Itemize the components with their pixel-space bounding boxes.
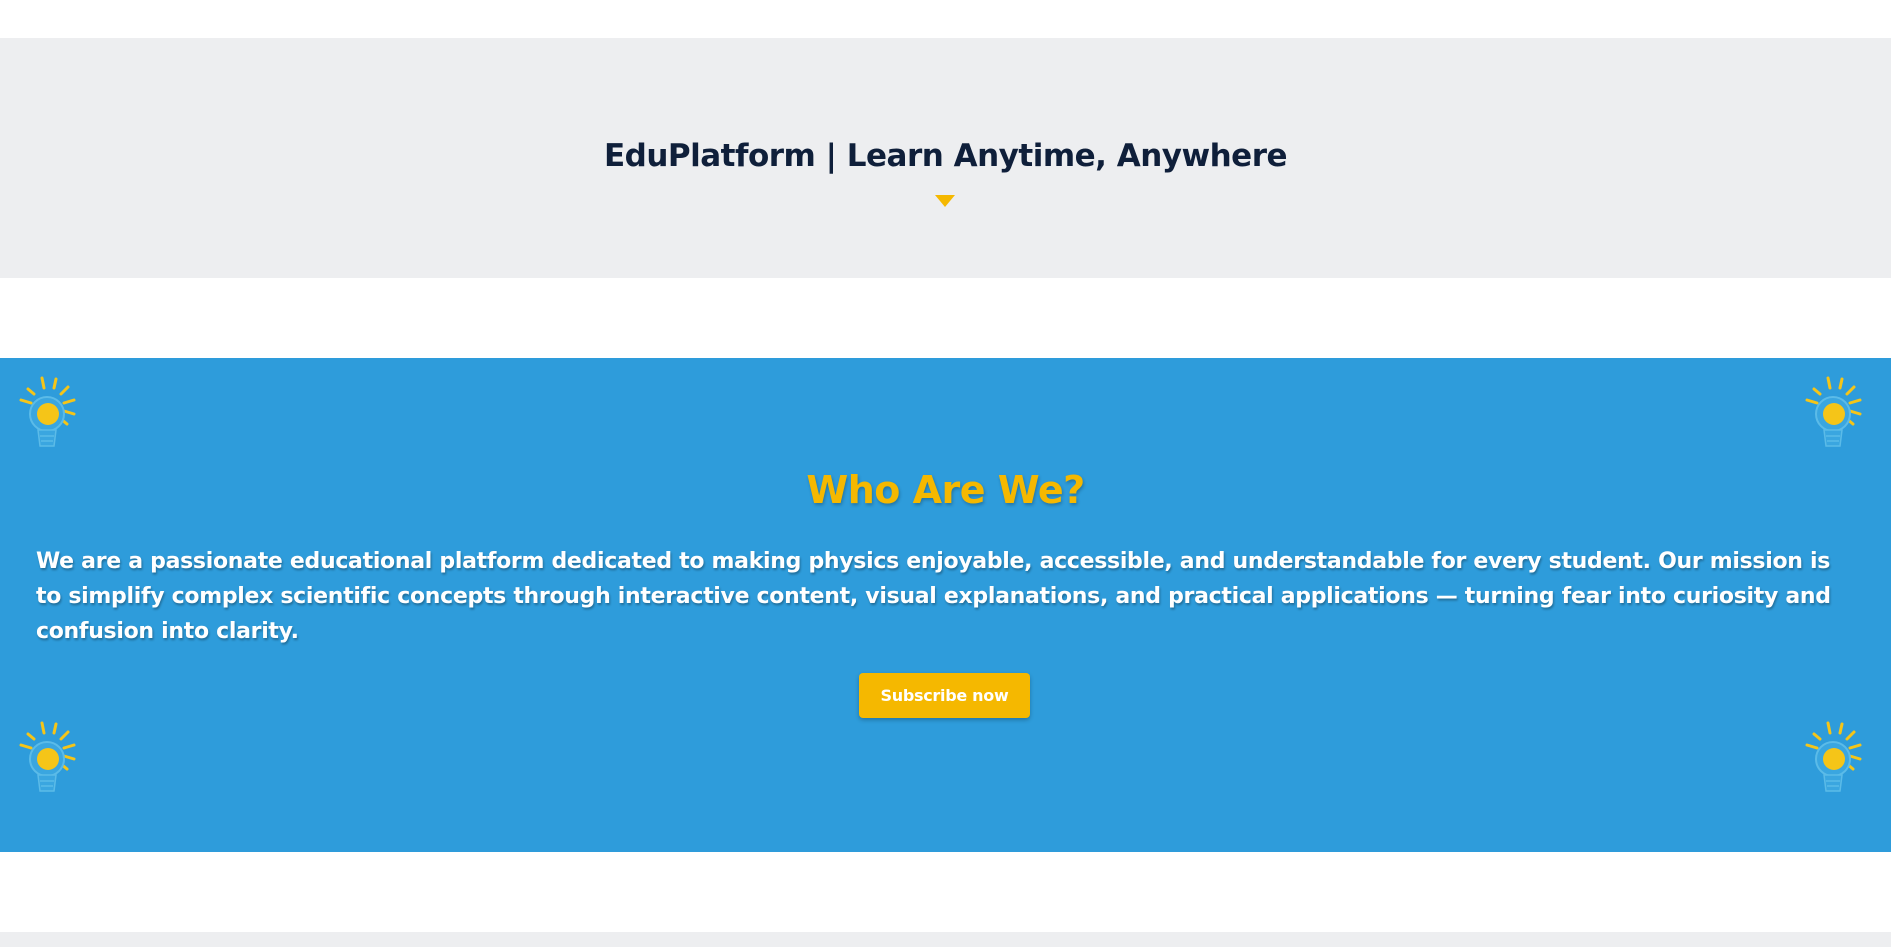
page-title: EduPlatform | Learn Anytime, Anywhere [603, 138, 1288, 174]
about-heading: Who Are We? [806, 468, 1085, 512]
lightbulb-icon [19, 721, 76, 792]
lightbulb-icon [1805, 376, 1862, 447]
subscribe-button[interactable]: Subscribe now [859, 673, 1030, 718]
page: EduPlatform | Learn Anytime, Anywhere Wh… [0, 0, 1891, 947]
lightbulb-icon [19, 376, 76, 447]
about-description: We are a passionate educational platform… [36, 549, 1831, 644]
about-section: Who Are We? We are a passionate educatio… [0, 358, 1891, 852]
caret-down-icon [935, 195, 955, 207]
footer-band [0, 932, 1891, 947]
lightbulb-icon [1805, 721, 1862, 792]
